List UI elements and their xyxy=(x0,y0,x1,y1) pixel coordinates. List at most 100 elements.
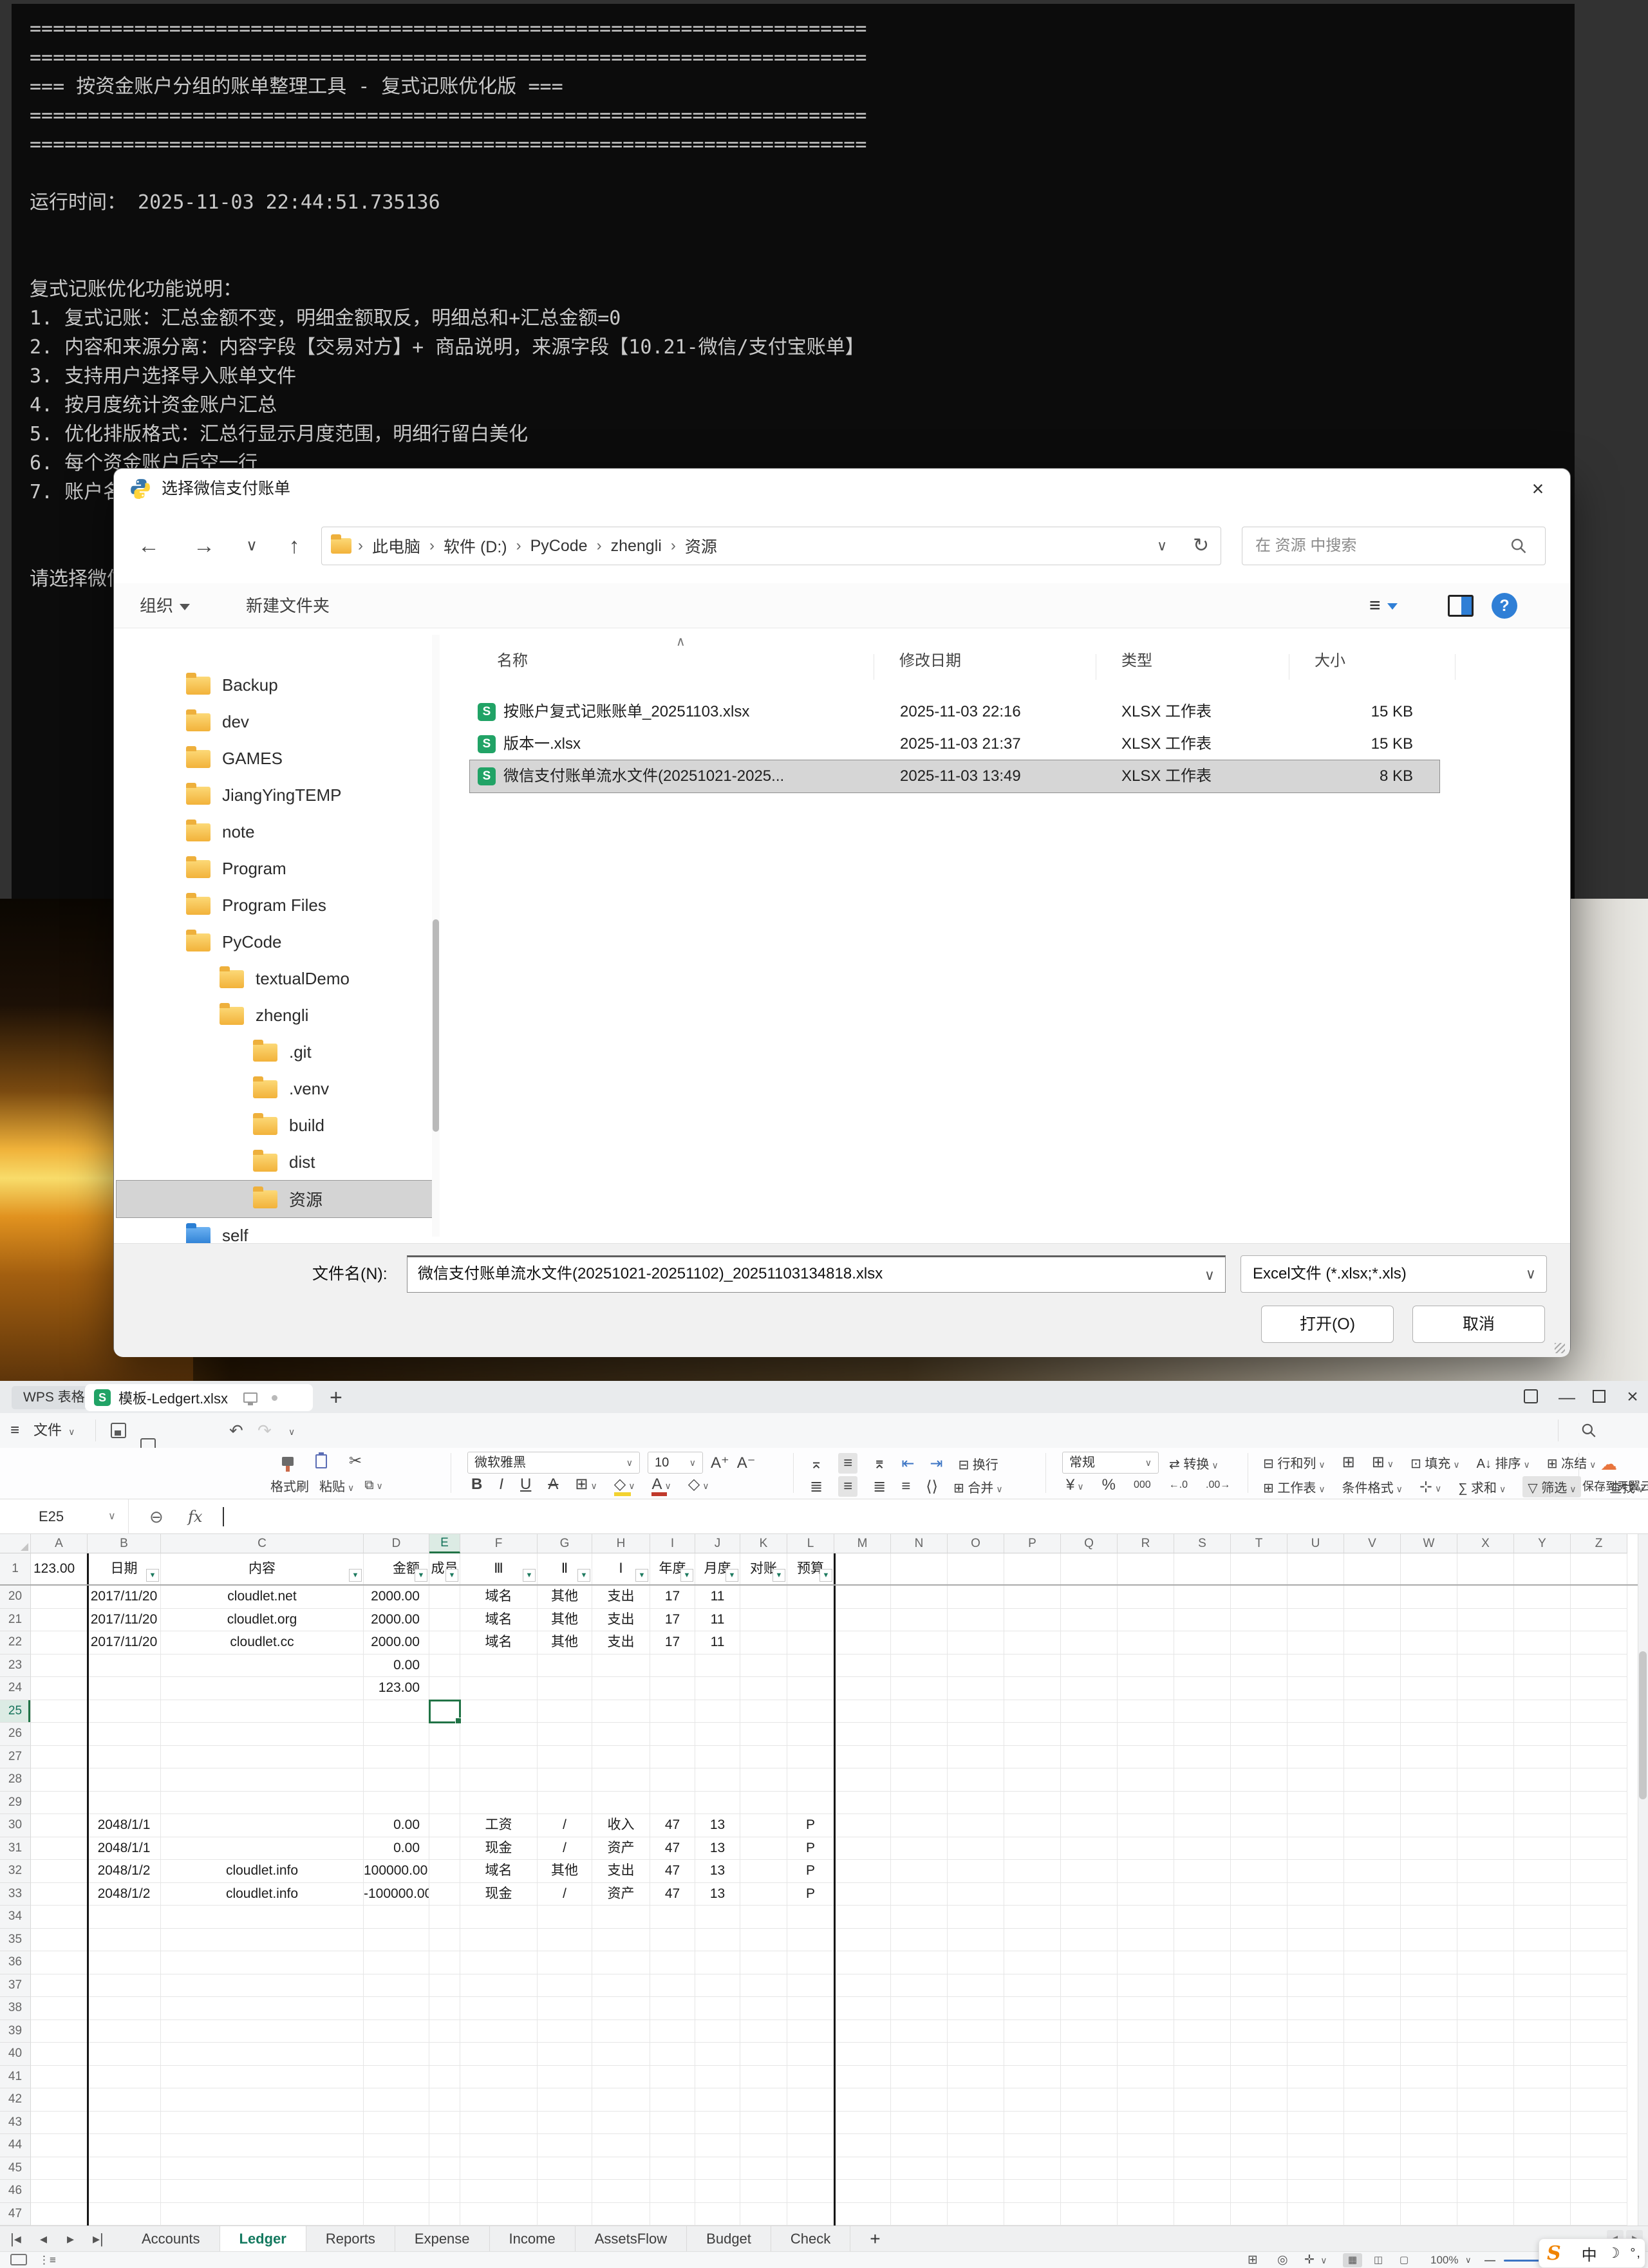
cell-J33[interactable]: 13 xyxy=(695,1883,740,1906)
filter-icon[interactable]: ▼ xyxy=(146,1569,159,1582)
row-header-44[interactable]: 44 xyxy=(0,2134,31,2157)
cell-H31[interactable]: 资产 xyxy=(592,1837,650,1860)
comma-style-icon[interactable]: 000 xyxy=(1134,1479,1151,1491)
cell-A20[interactable] xyxy=(31,1586,88,1609)
column-header-M[interactable]: M xyxy=(834,1534,891,1553)
underline-icon[interactable]: U xyxy=(520,1476,531,1494)
eye-icon[interactable]: ◎ xyxy=(1277,2254,1288,2267)
cell-U45[interactable] xyxy=(1288,2157,1344,2180)
cell-N20[interactable] xyxy=(891,1586,948,1609)
cell-N25[interactable] xyxy=(891,1700,948,1723)
cell-W46[interactable] xyxy=(1401,2180,1457,2203)
cell-D30[interactable]: 0.00 xyxy=(364,1814,429,1837)
font-color-icon[interactable]: A∨ xyxy=(651,1476,671,1494)
minimize-icon[interactable]: — xyxy=(1553,1381,1581,1413)
cell-C42[interactable] xyxy=(161,2088,364,2112)
cell-O44[interactable] xyxy=(948,2134,1004,2157)
cell-B39[interactable] xyxy=(88,2020,161,2043)
cell-M32[interactable] xyxy=(834,1860,891,1883)
cell-N39[interactable] xyxy=(891,2020,948,2043)
cell-Y45[interactable] xyxy=(1514,2157,1571,2180)
cell-E47[interactable] xyxy=(429,2203,460,2226)
cell-W29[interactable] xyxy=(1401,1792,1457,1815)
cell-E36[interactable] xyxy=(429,1951,460,1974)
cell-Q40[interactable] xyxy=(1061,2043,1118,2066)
cell-S35[interactable] xyxy=(1174,1929,1231,1952)
cell-F30[interactable]: 工资 xyxy=(460,1814,538,1837)
last-sheet-icon[interactable]: ▸| xyxy=(93,2226,104,2252)
filter-icon[interactable]: ▼ xyxy=(635,1569,648,1582)
filter-icon[interactable]: ▼ xyxy=(523,1569,536,1582)
cell-C38[interactable] xyxy=(161,1997,364,2020)
cell-Q44[interactable] xyxy=(1061,2134,1118,2157)
worksheet-button[interactable]: ⊞ 工作表∨ xyxy=(1263,1477,1325,1496)
table-tool-icon[interactable]: ⊞ xyxy=(1248,2254,1258,2267)
cell-U44[interactable] xyxy=(1288,2134,1344,2157)
sidebar-item-JiangYingTEMP[interactable]: JiangYingTEMP xyxy=(117,777,433,814)
cell-P37[interactable] xyxy=(1004,1974,1061,1998)
cell-C24[interactable] xyxy=(161,1677,364,1700)
cell-A23[interactable] xyxy=(31,1654,88,1678)
cell-O21[interactable] xyxy=(948,1609,1004,1632)
view-normal-icon[interactable]: ▦ xyxy=(1343,2253,1362,2267)
cell-J22[interactable]: 11 xyxy=(695,1631,740,1654)
cell-Q36[interactable] xyxy=(1061,1951,1118,1974)
decrease-font-icon[interactable]: A⁻ xyxy=(737,1454,756,1472)
cell-K22[interactable] xyxy=(740,1631,787,1654)
cell-I30[interactable]: 47 xyxy=(650,1814,695,1837)
sheet-tab-AssetsFlow[interactable]: AssetsFlow xyxy=(576,2226,687,2252)
cell-Y42[interactable] xyxy=(1514,2088,1571,2112)
cell-K46[interactable] xyxy=(740,2180,787,2203)
number-format-select[interactable]: 常规∨ xyxy=(1062,1452,1159,1474)
cell-K42[interactable] xyxy=(740,2088,787,2112)
cell-O36[interactable] xyxy=(948,1951,1004,1974)
cell-R35[interactable] xyxy=(1118,1929,1174,1952)
cell-U42[interactable] xyxy=(1288,2088,1344,2112)
cell-S1[interactable] xyxy=(1174,1553,1231,1586)
cell-E39[interactable] xyxy=(429,2020,460,2043)
cell-A29[interactable] xyxy=(31,1792,88,1815)
cell-X29[interactable] xyxy=(1457,1792,1514,1815)
cell-T21[interactable] xyxy=(1231,1609,1288,1632)
cell-style-icon[interactable]: ⊞∨ xyxy=(1372,1453,1394,1472)
cell-U31[interactable] xyxy=(1288,1837,1344,1860)
row-header-29[interactable]: 29 xyxy=(0,1792,31,1815)
cell-X42[interactable] xyxy=(1457,2088,1514,2112)
zoom-level[interactable]: 100% xyxy=(1430,2254,1458,2267)
cell-E20[interactable] xyxy=(429,1586,460,1609)
merge-cells-button[interactable]: ⊞ 合并∨ xyxy=(953,1477,1003,1496)
cell-J41[interactable] xyxy=(695,2066,740,2089)
cell-L23[interactable] xyxy=(787,1654,834,1678)
breadcrumb-item[interactable]: 软件 (D:) xyxy=(444,534,507,558)
cell-V32[interactable] xyxy=(1344,1860,1401,1883)
cell-O20[interactable] xyxy=(948,1586,1004,1609)
cell-K31[interactable] xyxy=(740,1837,787,1860)
increase-decimal-icon[interactable]: ←.0 xyxy=(1169,1479,1188,1491)
cell-V43[interactable] xyxy=(1344,2112,1401,2135)
cell-B29[interactable] xyxy=(88,1792,161,1815)
row-header-43[interactable]: 43 xyxy=(0,2112,31,2135)
cell-X43[interactable] xyxy=(1457,2112,1514,2135)
cell-B28[interactable] xyxy=(88,1768,161,1792)
cell-J28[interactable] xyxy=(695,1768,740,1792)
cell-C44[interactable] xyxy=(161,2134,364,2157)
cell-G21[interactable]: 其他 xyxy=(538,1609,592,1632)
file-row[interactable]: S微信支付账单流水文件(20251021-2025...2025-11-03 1… xyxy=(470,760,1439,792)
cell-L34[interactable] xyxy=(787,1906,834,1929)
cell-X26[interactable] xyxy=(1457,1723,1514,1746)
cell-P23[interactable] xyxy=(1004,1654,1061,1678)
cell-E41[interactable] xyxy=(429,2066,460,2089)
cell-U38[interactable] xyxy=(1288,1997,1344,2020)
cell-O39[interactable] xyxy=(948,2020,1004,2043)
cell-B31[interactable]: 2048/1/1 xyxy=(88,1837,161,1860)
cell-S41[interactable] xyxy=(1174,2066,1231,2089)
cell-T41[interactable] xyxy=(1231,2066,1288,2089)
cell-Y34[interactable] xyxy=(1514,1906,1571,1929)
bold-icon[interactable]: B xyxy=(471,1476,482,1494)
row-header-1[interactable]: 1 xyxy=(0,1553,31,1586)
cell-F34[interactable] xyxy=(460,1906,538,1929)
cell-O22[interactable] xyxy=(948,1631,1004,1654)
shading-icon[interactable]: ◇∨ xyxy=(688,1475,709,1494)
cell-E29[interactable] xyxy=(429,1792,460,1815)
cell-D1[interactable]: 金额▼ xyxy=(364,1553,429,1586)
